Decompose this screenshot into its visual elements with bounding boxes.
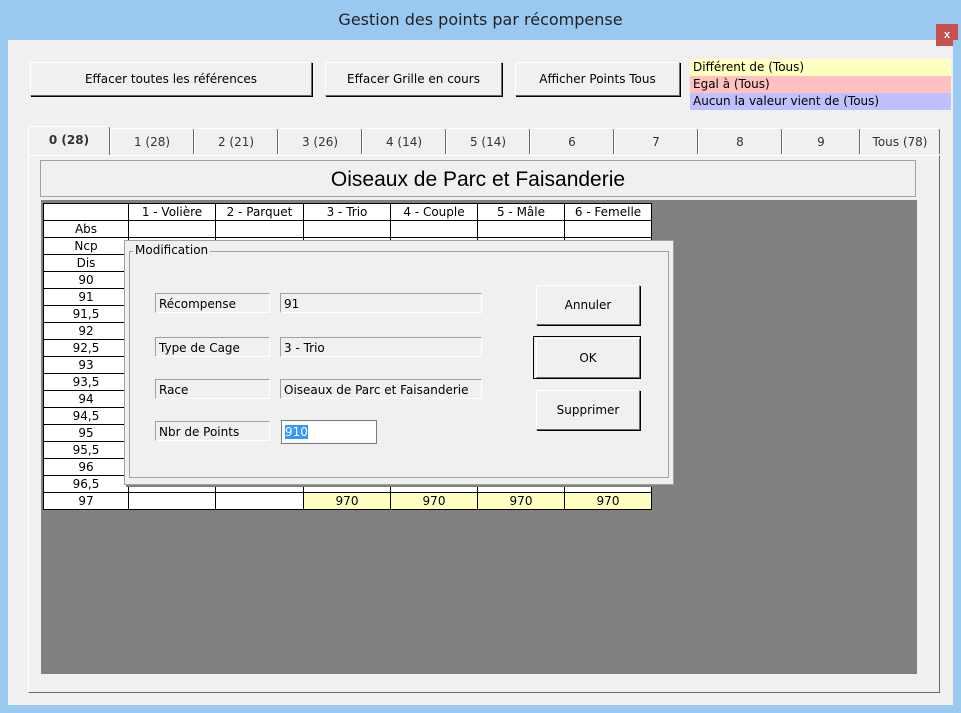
row-header: 94 xyxy=(43,390,129,408)
row-header: 97 xyxy=(43,492,129,510)
row-header: 94,5 xyxy=(43,407,129,425)
window-frame-left xyxy=(0,40,8,713)
tab-4[interactable]: 4 (14) xyxy=(362,128,446,154)
row-header: Abs xyxy=(43,220,129,238)
legend-equal: Egal à (Tous) xyxy=(690,76,951,93)
reward-value: 91 xyxy=(280,293,482,313)
ok-button[interactable]: OK xyxy=(536,338,640,378)
grid-corner xyxy=(43,203,129,221)
tab-7[interactable]: 7 xyxy=(614,128,698,154)
grid-header-row: 1 - Volière 2 - Parquet 3 - Trio 4 - Cou… xyxy=(43,203,652,221)
reward-label: Récompense xyxy=(155,293,270,313)
points-input[interactable]: 910 xyxy=(281,420,377,444)
row-header: 96 xyxy=(43,458,129,476)
cancel-button[interactable]: Annuler xyxy=(536,285,640,325)
column-header[interactable]: 4 - Couple xyxy=(390,203,478,221)
window-frame-bottom xyxy=(0,705,961,713)
column-header[interactable]: 1 - Volière xyxy=(128,203,216,221)
legend-none: Aucun la valeur vient de (Tous) xyxy=(690,93,951,110)
row-header: 92 xyxy=(43,322,129,340)
tab-8[interactable]: 8 xyxy=(698,128,782,154)
grid-cell[interactable] xyxy=(215,220,304,238)
grid-cell[interactable] xyxy=(564,220,652,238)
grid-cell[interactable]: 970 xyxy=(303,492,391,510)
tab-2[interactable]: 2 (21) xyxy=(194,128,278,154)
tab-strip: 0 (28) 1 (28) 2 (21) 3 (26) 4 (14) 5 (14… xyxy=(28,126,940,156)
table-row: Abs xyxy=(43,220,652,238)
row-header: Ncp xyxy=(43,237,129,255)
row-header: 95,5 xyxy=(43,441,129,459)
delete-button[interactable]: Supprimer xyxy=(536,390,640,430)
grid-cell[interactable]: 970 xyxy=(564,492,652,510)
row-header: 91,5 xyxy=(43,305,129,323)
row-header: 93 xyxy=(43,356,129,374)
row-header: 95 xyxy=(43,424,129,442)
grid-cell[interactable] xyxy=(128,492,216,510)
grid-cell[interactable]: 970 xyxy=(477,492,565,510)
grid-cell[interactable] xyxy=(128,220,216,238)
legend-different: Différent de (Tous) xyxy=(690,59,951,76)
points-label: Nbr de Points xyxy=(155,421,270,441)
window-title: Gestion des points par récompense xyxy=(338,10,623,29)
column-header[interactable]: 6 - Femelle xyxy=(564,203,652,221)
tab-5[interactable]: 5 (14) xyxy=(446,128,530,154)
cage-type-label: Type de Cage xyxy=(155,337,270,357)
grid-cell[interactable] xyxy=(303,220,391,238)
column-header[interactable]: 2 - Parquet xyxy=(215,203,304,221)
race-value: Oiseaux de Parc et Faisanderie xyxy=(280,379,482,399)
row-header: 93,5 xyxy=(43,373,129,391)
row-header: 92,5 xyxy=(43,339,129,357)
show-all-points-button[interactable]: Afficher Points Tous xyxy=(515,62,680,96)
grid-cell[interactable] xyxy=(390,220,478,238)
grid-cell[interactable] xyxy=(477,220,565,238)
column-header[interactable]: 3 - Trio xyxy=(303,203,391,221)
race-label: Race xyxy=(155,379,270,399)
row-header: 96,5 xyxy=(43,475,129,493)
tab-all[interactable]: Tous (78) xyxy=(860,128,940,154)
row-header: Dis xyxy=(43,254,129,272)
cage-type-value: 3 - Trio xyxy=(280,337,482,357)
tab-9[interactable]: 9 xyxy=(782,128,860,154)
modification-group-label: Modification xyxy=(133,243,211,257)
grid-cell[interactable]: 970 xyxy=(390,492,478,510)
clear-grid-button[interactable]: Effacer Grille en cours xyxy=(325,62,502,96)
column-header[interactable]: 5 - Mâle xyxy=(477,203,565,221)
grid-cell[interactable] xyxy=(215,492,304,510)
main-window: Gestion des points par récompense x Effa… xyxy=(0,0,961,713)
tab-6[interactable]: 6 xyxy=(530,128,614,154)
row-header: 91 xyxy=(43,288,129,306)
row-header: 90 xyxy=(43,271,129,289)
tab-3[interactable]: 3 (26) xyxy=(278,128,362,154)
clear-all-button[interactable]: Effacer toutes les références xyxy=(30,62,312,96)
points-input-value[interactable]: 910 xyxy=(285,425,308,439)
table-row: 97 970 970 970 970 xyxy=(43,492,652,510)
tab-1[interactable]: 1 (28) xyxy=(110,128,194,154)
breed-title: Oiseaux de Parc et Faisanderie xyxy=(40,160,916,197)
tab-0[interactable]: 0 (28) xyxy=(28,126,110,155)
window-frame-right xyxy=(953,40,961,713)
